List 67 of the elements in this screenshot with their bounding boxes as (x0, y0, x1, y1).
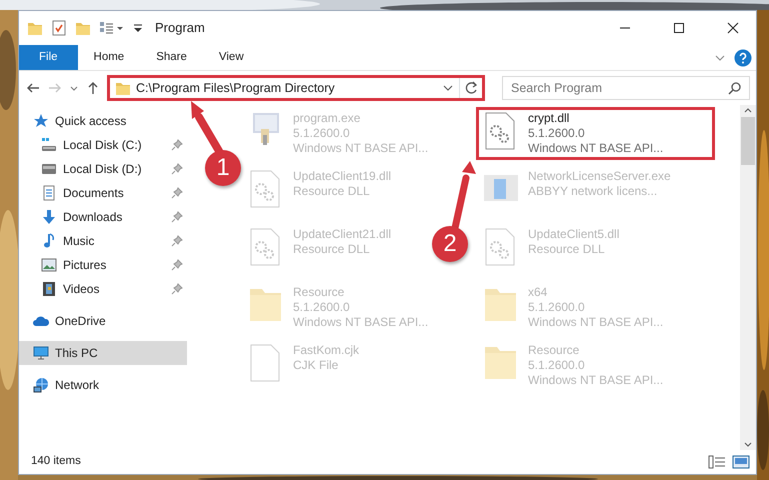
file-name: UpdateClient5.dll (528, 227, 620, 242)
file-item[interactable]: crypt.dll 5.1.2600.0 Windows NT BASE API... (478, 109, 714, 158)
sidebar-item[interactable]: OneDrive (19, 309, 187, 333)
file-menu-tab[interactable]: File (19, 45, 78, 70)
details-view-icon[interactable] (708, 455, 726, 469)
sidebar-item[interactable]: Videos (19, 277, 187, 301)
file-detail: Resource DLL (293, 242, 371, 257)
search-icon (728, 81, 742, 95)
file-name: program.exe (293, 111, 362, 126)
file-detail: Windows NT BASE API... (293, 141, 428, 156)
maximize-icon[interactable] (673, 22, 685, 34)
file-name: FastKom.cjk (293, 343, 360, 358)
file-name: x64 (528, 285, 548, 300)
refresh-icon[interactable] (464, 81, 478, 95)
address-bar[interactable]: C:\Program Files\Program Directory (107, 75, 485, 101)
sidebar-item[interactable]: Network (19, 373, 187, 397)
file-detail: 5.1.2600.0 (293, 126, 351, 141)
ribbon-tab[interactable]: View (202, 45, 260, 70)
file-detail: Windows NT BASE API... (528, 141, 664, 156)
music-note-icon (41, 233, 57, 249)
file-name: UpdateClient19.dll (293, 169, 392, 184)
sidebar-item[interactable]: Local Disk (C:) (19, 133, 187, 157)
view-options-icon[interactable] (99, 20, 125, 36)
large-icons-view-icon[interactable] (732, 455, 750, 469)
film-icon (41, 281, 57, 297)
document-icon (41, 185, 57, 201)
file-detail: Windows NT BASE API... (528, 373, 664, 388)
file-detail: CJK File (293, 358, 340, 373)
scrollbar-thumb[interactable] (741, 117, 755, 165)
properties-icon[interactable] (51, 20, 67, 36)
monitor-icon (33, 345, 49, 361)
file-detail: 5.1.2600.0 (528, 126, 586, 141)
file-name: Resource (528, 343, 580, 358)
file-detail: 5.1.2600.0 (293, 300, 351, 315)
file-name: UpdateClient21.dll (293, 227, 392, 242)
file-name: crypt.dll (528, 111, 570, 126)
sidebar-item[interactable]: This PC (19, 341, 187, 365)
sidebar-item[interactable]: Quick access (19, 109, 187, 133)
sidebar-item[interactable]: Music (19, 229, 187, 253)
file-detail: Windows NT BASE API... (293, 315, 428, 330)
item-count: 140 items (31, 454, 82, 470)
picture-icon (41, 257, 57, 273)
ribbon-tab[interactable]: Home (78, 45, 140, 70)
scrollbar[interactable] (740, 105, 756, 450)
file-detail: 5.1.2600.0 (528, 300, 586, 315)
close-icon[interactable] (727, 22, 739, 34)
sidebar-item[interactable]: Downloads (19, 205, 187, 229)
star-icon (33, 113, 49, 129)
ribbon-tab[interactable]: Share (140, 45, 203, 70)
file-name: Resource (293, 285, 346, 300)
network-icon (33, 377, 49, 393)
file-detail: Resource DLL (528, 242, 606, 257)
folder-icon (115, 80, 131, 96)
file-detail: 5.1.2600.0 (528, 358, 586, 373)
sidebar-item[interactable]: Pictures (19, 253, 187, 277)
sidebar-item[interactable]: Documents (19, 181, 187, 205)
window-title: Program (155, 19, 205, 38)
file-detail: Resource DLL (293, 184, 371, 199)
drive-icon (41, 137, 57, 153)
file-name: NetworkLicenseServer.exe (528, 169, 671, 184)
drive-icon (41, 161, 57, 177)
download-arrow-icon (41, 209, 57, 225)
file-detail: Windows NT BASE API... (528, 315, 664, 330)
file-detail: ABBYY network licens... (528, 184, 658, 199)
search-field[interactable]: Search Program (502, 76, 750, 100)
help-icon[interactable] (734, 48, 752, 66)
sidebar-item[interactable]: Local Disk (D:) (19, 157, 187, 181)
